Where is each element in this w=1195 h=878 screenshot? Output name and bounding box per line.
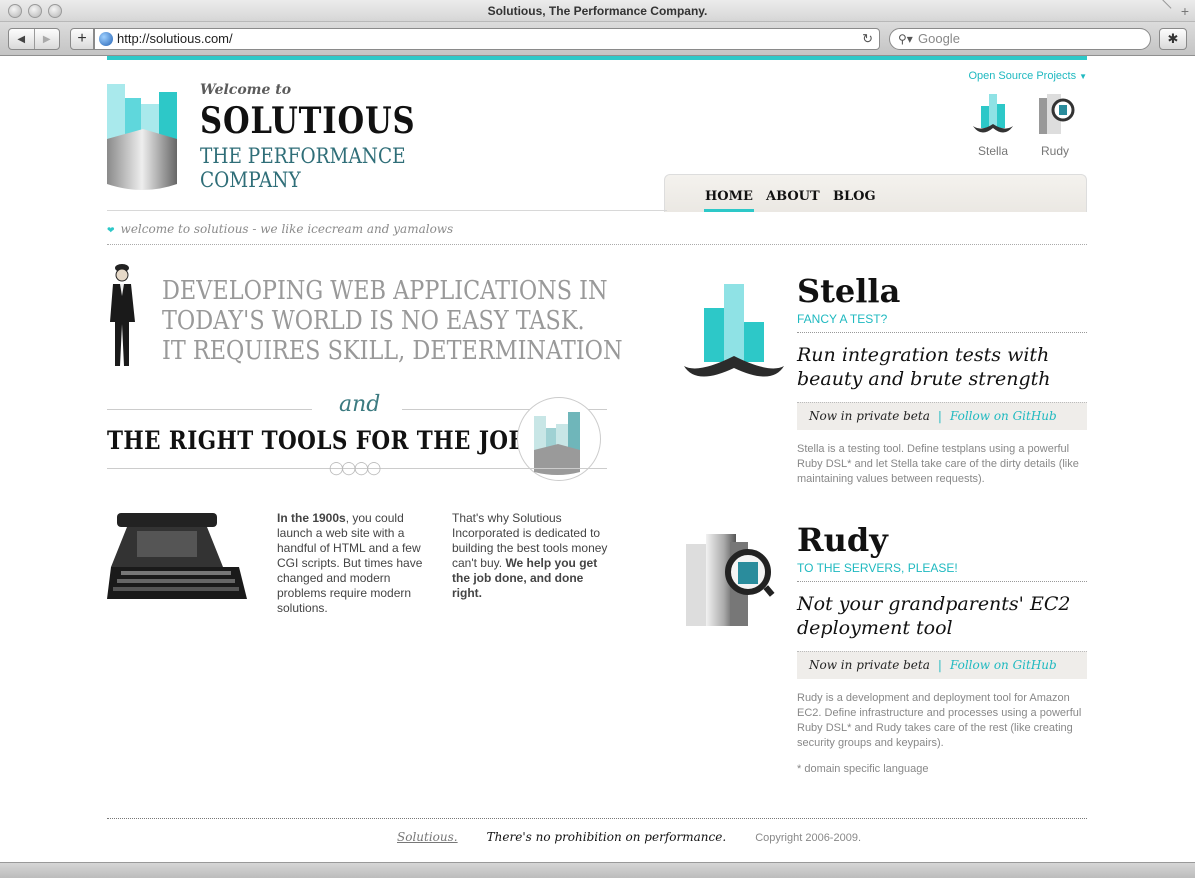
rudy-github-link[interactable]: Follow on GitHub: [950, 658, 1057, 672]
nav-home[interactable]: HOME: [704, 189, 754, 212]
browser-statusbar: [0, 862, 1195, 878]
stella-title[interactable]: Stella: [797, 272, 900, 310]
stella-lead: Run integration tests with beauty and br…: [797, 344, 1051, 390]
separator: |: [937, 409, 942, 423]
and-text: and: [339, 392, 381, 417]
rudy-title[interactable]: Rudy: [797, 521, 888, 559]
intro-para-1-bold: In the 1900s: [277, 511, 346, 525]
stella-product-icon[interactable]: [682, 282, 786, 388]
reload-icon[interactable]: ↻: [862, 29, 873, 49]
window-title: Solutious, The Performance Company.: [487, 4, 708, 18]
nav-about[interactable]: ABOUT: [766, 189, 820, 204]
nav-divider: [107, 210, 667, 211]
address-bar[interactable]: http://solutious.com/ ↻: [94, 28, 880, 50]
breadcrumb: ❤ welcome to solutious - we like icecream…: [107, 222, 453, 236]
intro-paragraph-1: In the 1900s, you could launch a web sit…: [277, 511, 437, 616]
stella-subtitle: FANCY A TEST?: [797, 312, 888, 326]
footer-brand-link[interactable]: Solutious.: [397, 830, 458, 844]
search-icon: ⚲▾: [898, 32, 913, 46]
project-stella[interactable]: Stella: [971, 92, 1015, 158]
back-button[interactable]: ◀: [9, 29, 34, 49]
project-rudy[interactable]: Rudy: [1033, 92, 1077, 158]
rudy-product-icon[interactable]: [682, 532, 786, 632]
intro-para-1-text: , you could launch a web site with a han…: [277, 511, 423, 615]
heart-icon: ❤: [107, 226, 115, 236]
stella-github-link[interactable]: Follow on GitHub: [950, 409, 1057, 423]
stella-beta-bar: Now in private beta | Follow on GitHub: [797, 402, 1087, 430]
and-rule-left: [107, 409, 312, 410]
stella-divider: [797, 332, 1087, 333]
tagline-line-1: THE PERFORMANCE: [200, 144, 406, 168]
gentleman-illustration-icon: [110, 264, 135, 366]
separator: |: [937, 658, 942, 672]
forward-button[interactable]: ▶: [33, 29, 60, 49]
web-page: Open Source Projects ▼ Welcome to SOLUTIO…: [107, 56, 1087, 861]
solutious-logo-icon[interactable]: [107, 84, 179, 190]
footer-quote: There's no prohibition on performance.: [486, 830, 727, 844]
welcome-text: Welcome to: [200, 82, 292, 98]
rudy-subtitle: TO THE SERVERS, PLEASE!: [797, 561, 958, 575]
headline-line-2: TODAY'S WORLD IS NO EASY TASK.: [162, 306, 585, 336]
project-shortcuts: Stella Rudy: [971, 92, 1077, 158]
project-rudy-label: Rudy: [1040, 144, 1069, 158]
add-bookmark-button[interactable]: +: [70, 28, 94, 50]
rudy-server-icon: [1039, 94, 1075, 134]
ornament-icon: ◯◯◯◯: [329, 460, 381, 475]
typewriter-illustration-icon: [107, 513, 247, 599]
rudy-divider: [797, 581, 1087, 582]
history-buttons: ◀ ▶: [8, 28, 60, 50]
search-field[interactable]: ⚲▾ Google: [889, 28, 1151, 50]
stella-description: Stella is a testing tool. Define testpla…: [797, 443, 1079, 485]
breadcrumb-text: welcome to solutious - we like icecream …: [120, 222, 454, 236]
search-placeholder: Google: [918, 31, 960, 46]
open-source-label: Open Source Projects: [968, 70, 1077, 82]
project-stella-label: Stella: [977, 144, 1009, 158]
nav-blog[interactable]: BLOG: [833, 189, 876, 204]
footer-copyright: Copyright 2006-2009.: [755, 832, 861, 844]
dsl-footnote: * domain specific language: [797, 763, 929, 775]
right-tools-heading: THE RIGHT TOOLS FOR THE JOB.: [107, 426, 535, 455]
rudy-beta-bar: Now in private beta | Follow on GitHub: [797, 651, 1087, 679]
intro-headline: DEVELOPING WEB APPLICATIONS IN TODAY'S W…: [162, 276, 623, 366]
headline-line-1: DEVELOPING WEB APPLICATIONS IN: [162, 276, 608, 306]
footer: Solutious. There's no prohibition on per…: [397, 830, 861, 844]
caret-down-icon: ▼: [1079, 72, 1087, 81]
footer-divider: [107, 818, 1087, 819]
tagline-line-2: COMPANY: [200, 168, 301, 192]
header-dotted-divider: [107, 244, 1087, 245]
rudy-status: Now in private beta: [809, 658, 930, 672]
rudy-description: Rudy is a development and deployment too…: [797, 692, 1082, 749]
url-text: http://solutious.com/: [117, 31, 233, 46]
intro-paragraph-2: That's why Solutious Incorporated is ded…: [452, 511, 612, 601]
globe-icon: [99, 32, 113, 46]
stella-status: Now in private beta: [809, 409, 930, 423]
brand-tagline: THE PERFORMANCE COMPANY: [200, 144, 406, 192]
main-nav: HOME ABOUT BLOG: [664, 174, 1087, 212]
brand-name: SOLUTIOUS: [200, 100, 416, 142]
rudy-lead: Not your grandparents' EC2 deployment to…: [797, 593, 1071, 639]
debug-bug-button[interactable]: ✱: [1159, 28, 1187, 50]
accent-topline: [107, 56, 1087, 60]
open-source-projects-link[interactable]: Open Source Projects ▼: [968, 70, 1087, 82]
headline-line-3: IT REQUIRES SKILL, DETERMINATION: [162, 336, 623, 366]
browser-toolbar: ◀ ▶ + http://solutious.com/ ↻ ⚲▾ Google …: [0, 22, 1195, 56]
stella-mustache-icon: [973, 94, 1013, 133]
new-tab-icon[interactable]: +: [1181, 3, 1189, 19]
window-titlebar: Solutious, The Performance Company. +: [0, 0, 1195, 22]
